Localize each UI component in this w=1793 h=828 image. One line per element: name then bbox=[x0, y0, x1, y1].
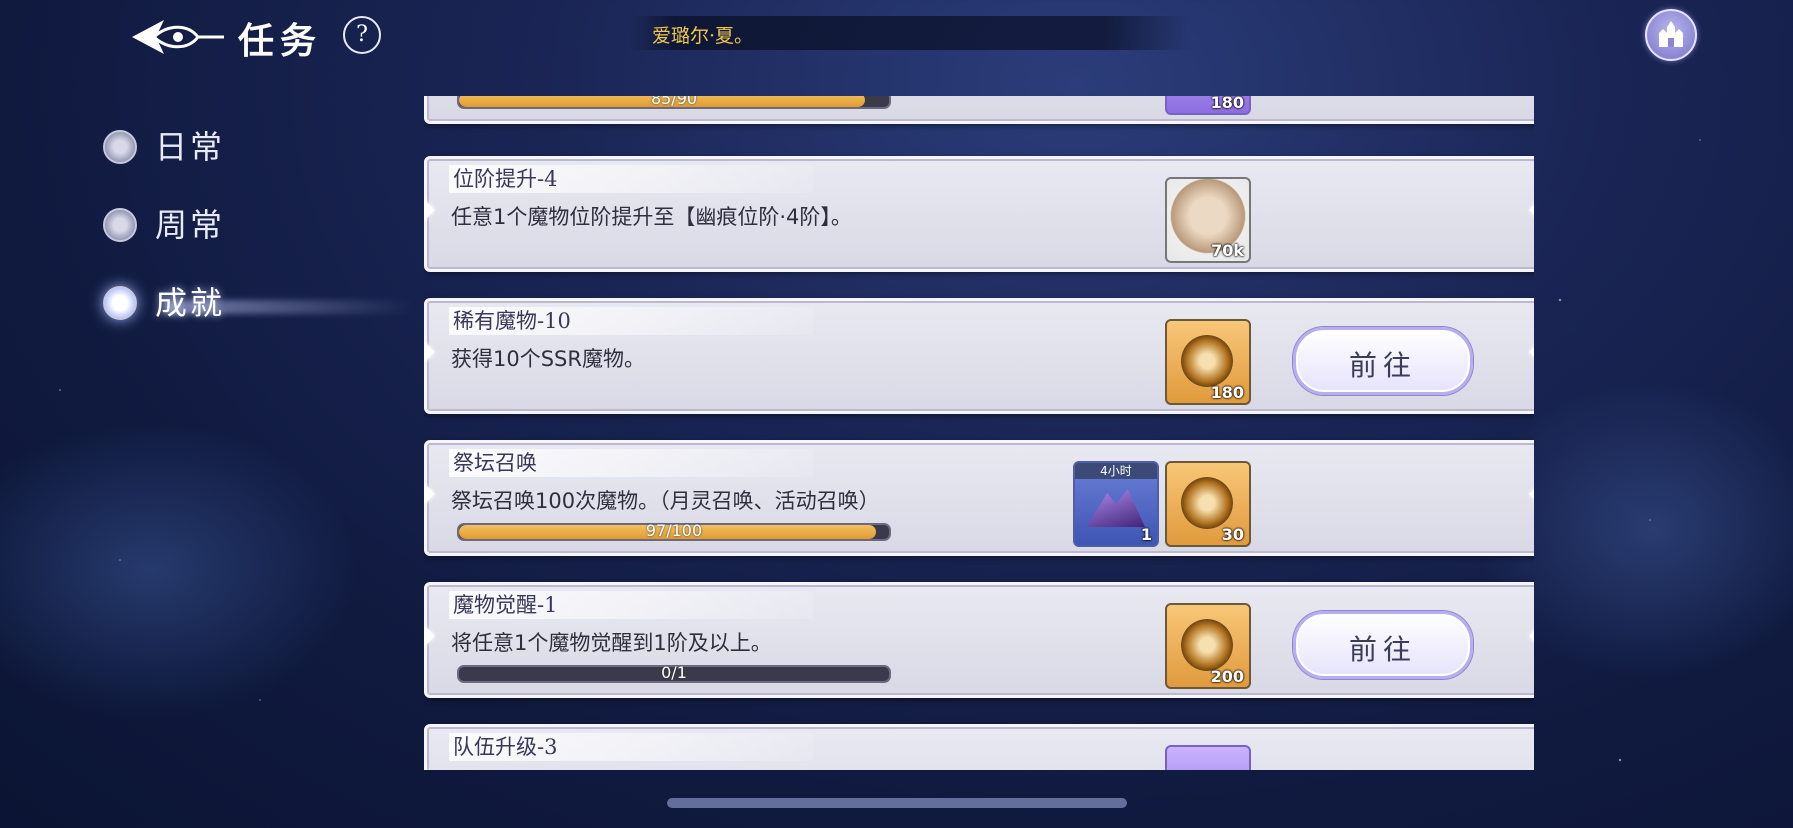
nebula-glow-left bbox=[0, 420, 360, 720]
task-name: 位阶提升-4 bbox=[449, 165, 813, 193]
reward-qty: 200 bbox=[1210, 667, 1244, 686]
announcement-marquee: 爱璐尔·夏。 bbox=[630, 16, 1190, 50]
go-button-label: 前往 bbox=[1348, 349, 1417, 382]
task-name: 队伍升级-3 bbox=[449, 733, 813, 761]
reward-item[interactable] bbox=[1165, 745, 1251, 770]
achievement-icon bbox=[103, 286, 137, 320]
task-card: 队伍升级-3 bbox=[424, 724, 1534, 770]
reward-qty: 30 bbox=[1221, 525, 1244, 544]
reward-item[interactable]: 30 bbox=[1165, 461, 1251, 547]
reward-item[interactable]: 70k bbox=[1165, 177, 1251, 263]
reward-qty: 70k bbox=[1211, 241, 1244, 260]
task-desc: 获得10个SSR魔物。 bbox=[451, 347, 645, 371]
progress-bar: 0/1 bbox=[457, 663, 891, 683]
nav-tab-label: 周常 bbox=[155, 206, 226, 244]
task-list[interactable]: 85/90 180 位阶提升-4 任意1个魔物位阶提升至【幽痕位阶·4阶】。 7… bbox=[424, 96, 1534, 770]
reward-qty: 180 bbox=[1210, 383, 1244, 402]
daily-icon bbox=[103, 130, 137, 164]
progress-text: 85/90 bbox=[650, 96, 698, 108]
help-icon[interactable]: ? bbox=[343, 16, 381, 54]
reward-time-tag: 4小时 bbox=[1075, 463, 1157, 479]
reward-item[interactable]: 4小时 1 bbox=[1073, 461, 1159, 547]
home-indicator[interactable] bbox=[667, 798, 1127, 808]
task-name: 稀有魔物-10 bbox=[449, 307, 813, 335]
nav-tab-label: 成就 bbox=[155, 284, 226, 322]
task-card: 祭坛召唤 祭坛召唤100次魔物。（月灵召唤、活动召唤） 97/100 4小时 1… bbox=[424, 440, 1534, 556]
nav-tab-achievement[interactable]: 成就 bbox=[95, 274, 415, 326]
page-title: 任务 bbox=[238, 20, 323, 62]
reward-qty: 1 bbox=[1140, 525, 1152, 544]
weekly-book-icon bbox=[103, 208, 137, 242]
progress-text: 0/1 bbox=[661, 663, 687, 682]
task-name: 祭坛召唤 bbox=[449, 449, 813, 477]
nav-tab-label: 日常 bbox=[155, 128, 226, 166]
task-card: 85/90 180 bbox=[424, 96, 1534, 124]
task-card: 稀有魔物-10 获得10个SSR魔物。 180 前往 bbox=[424, 298, 1534, 414]
progress-text: 97/100 bbox=[645, 521, 703, 540]
reward-item[interactable]: 180 bbox=[1165, 319, 1251, 405]
task-card: 位阶提升-4 任意1个魔物位阶提升至【幽痕位阶·4阶】。 70k bbox=[424, 156, 1534, 272]
progress-bar: 85/90 bbox=[457, 96, 891, 109]
nav-tab-weekly[interactable]: 周常 bbox=[95, 196, 335, 248]
castle-home-icon[interactable] bbox=[1645, 9, 1697, 61]
back-arrow-icon[interactable] bbox=[128, 14, 228, 60]
go-button-label: 前往 bbox=[1348, 633, 1417, 666]
go-button[interactable]: 前往 bbox=[1293, 611, 1473, 679]
task-desc: 任意1个魔物位阶提升至【幽痕位阶·4阶】。 bbox=[451, 205, 852, 229]
reward-item[interactable]: 200 bbox=[1165, 603, 1251, 689]
task-desc: 将任意1个魔物觉醒到1阶及以上。 bbox=[451, 631, 772, 655]
nav-tab-daily[interactable]: 日常 bbox=[95, 118, 335, 170]
reward-qty: 180 bbox=[1210, 96, 1244, 112]
top-bar: 任务 ? 爱璐尔·夏。 bbox=[0, 0, 1793, 68]
progress-bar: 97/100 bbox=[457, 521, 891, 541]
reward-item[interactable]: 180 bbox=[1165, 96, 1251, 115]
task-desc: 祭坛召唤100次魔物。（月灵召唤、活动召唤） bbox=[451, 489, 880, 513]
task-card: 魔物觉醒-1 将任意1个魔物觉醒到1阶及以上。 0/1 200 前往 bbox=[424, 582, 1534, 698]
go-button[interactable]: 前往 bbox=[1293, 327, 1473, 395]
task-name: 魔物觉醒-1 bbox=[449, 591, 813, 619]
marquee-text: 爱璐尔·夏。 bbox=[652, 25, 754, 47]
